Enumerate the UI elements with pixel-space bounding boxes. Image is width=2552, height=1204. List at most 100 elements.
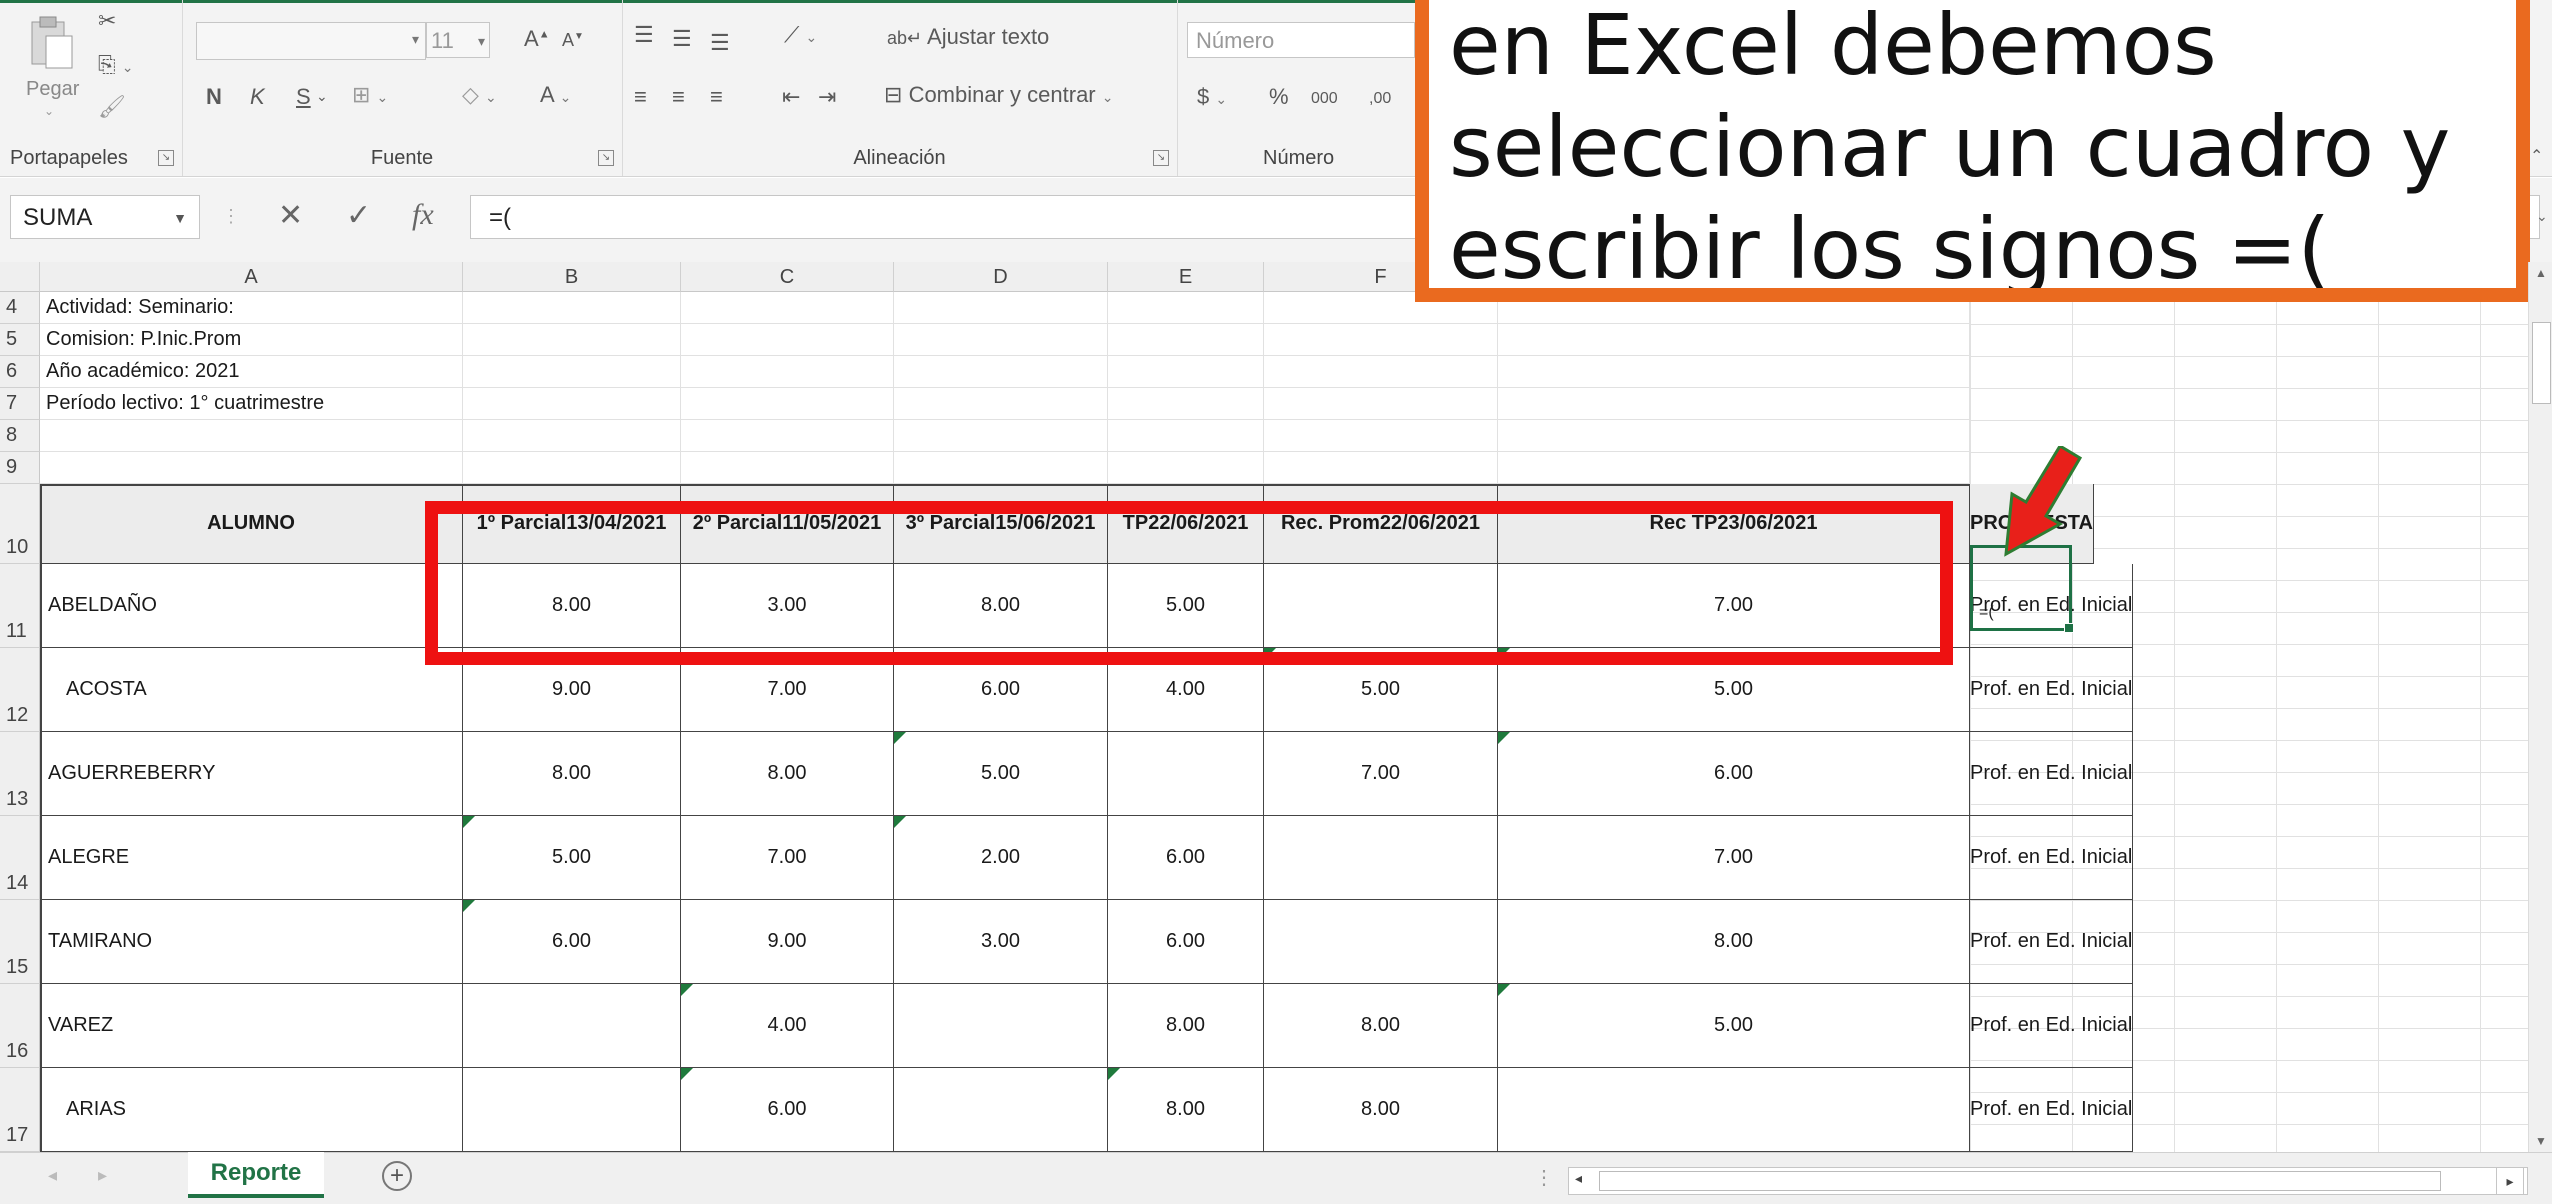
grade-cell[interactable]: 6.00 <box>1108 900 1264 984</box>
row-header[interactable]: 7 <box>0 388 40 420</box>
font-color-icon[interactable]: A ⌄ <box>540 82 571 108</box>
student-name-cell[interactable]: ALEGRE <box>40 816 463 900</box>
sheet-scroll-right-icon[interactable]: ▸ <box>98 1165 107 1186</box>
align-center-icon[interactable]: ≡ <box>672 84 685 110</box>
row-header[interactable]: 13 <box>0 732 40 816</box>
row-header[interactable]: 5 <box>0 324 40 356</box>
grade-cell[interactable]: 4.00 <box>681 984 894 1068</box>
font-launcher-icon[interactable]: ↘ <box>598 150 614 166</box>
row-header[interactable]: 12 <box>0 648 40 732</box>
scroll-up-icon[interactable]: ▲ <box>2535 266 2547 280</box>
grade-cell[interactable]: 8.00 <box>1108 1068 1264 1152</box>
student-name-cell[interactable]: AGUERREBERRY <box>40 732 463 816</box>
align-bottom-icon[interactable]: ☰ <box>710 30 730 56</box>
clipboard-launcher-icon[interactable]: ↘ <box>158 150 174 166</box>
vertical-scrollbar[interactable]: ▲ ▼ <box>2528 262 2552 1152</box>
grade-cell[interactable]: 5.00 <box>894 732 1108 816</box>
row-header[interactable]: 8 <box>0 420 40 452</box>
info-cell[interactable]: Año académico: 2021 <box>40 356 1970 388</box>
row-header[interactable]: 16 <box>0 984 40 1068</box>
grade-cell[interactable] <box>1264 816 1498 900</box>
underline-button[interactable]: S <box>296 84 311 110</box>
thousands-button[interactable]: 000 <box>1311 90 1338 108</box>
grade-cell[interactable]: 3.00 <box>894 900 1108 984</box>
grade-cell[interactable]: 2.00 <box>894 816 1108 900</box>
name-box[interactable]: SUMA ▼ <box>10 195 200 239</box>
info-cell[interactable] <box>40 452 1970 484</box>
grade-cell[interactable] <box>1498 1068 1970 1152</box>
student-name-cell[interactable]: VAREZ <box>40 984 463 1068</box>
paste-icon[interactable] <box>26 14 74 70</box>
sheet-scroll-left-icon[interactable]: ◂ <box>48 1165 57 1186</box>
underline-dropdown-icon[interactable]: ⌄ <box>316 88 328 105</box>
copy-icon[interactable]: ⎘ ⌄ <box>98 52 133 78</box>
fill-handle[interactable] <box>2064 623 2074 633</box>
grade-cell[interactable] <box>894 1068 1108 1152</box>
insert-function-icon[interactable]: fx <box>412 198 434 232</box>
format-painter-icon[interactable]: 🖌 <box>98 94 126 120</box>
shrink-font-icon[interactable]: A▼ <box>562 30 584 51</box>
grade-cell[interactable] <box>1264 900 1498 984</box>
currency-button[interactable]: $ ⌄ <box>1197 84 1227 110</box>
orientation-icon[interactable]: ⟋ ⌄ <box>784 22 817 48</box>
student-name-cell[interactable]: ARIAS <box>40 1068 463 1152</box>
grade-cell[interactable]: Prof. en Ed. Inicial <box>1970 1068 2134 1152</box>
row-header[interactable]: 11 <box>0 564 40 648</box>
worksheet-grid[interactable]: A B C D E F 4 Actividad: Seminario: 5 Comis… <box>0 262 2552 1152</box>
grade-cell[interactable] <box>463 984 681 1068</box>
grade-cell[interactable] <box>463 1068 681 1152</box>
hscroll-left-icon[interactable]: ◂ <box>1575 1170 1582 1187</box>
align-middle-icon[interactable]: ☰ <box>672 26 692 52</box>
column-header-e[interactable]: E <box>1108 262 1264 292</box>
grade-cell[interactable]: 6.00 <box>681 1068 894 1152</box>
row-header[interactable]: 4 <box>0 292 40 324</box>
grade-cell[interactable]: 8.00 <box>1264 1068 1498 1152</box>
grade-cell[interactable] <box>894 984 1108 1068</box>
scroll-down-icon[interactable]: ▼ <box>2535 1134 2547 1148</box>
increase-indent-icon[interactable]: ⇥ <box>818 84 836 110</box>
expand-formula-bar-icon[interactable]: ⌄ <box>2536 208 2548 225</box>
align-right-icon[interactable]: ≡ <box>710 84 723 110</box>
grade-cell[interactable]: 7.00 <box>681 816 894 900</box>
column-header-c[interactable]: C <box>681 262 894 292</box>
grade-cell[interactable]: 7.00 <box>1498 816 1970 900</box>
grade-cell[interactable]: 7.00 <box>1264 732 1498 816</box>
grade-cell[interactable]: Prof. en Ed. Inicial <box>1970 900 2134 984</box>
student-name-cell[interactable]: ACOSTA <box>40 648 463 732</box>
alignment-launcher-icon[interactable]: ↘ <box>1153 150 1169 166</box>
enter-icon[interactable]: ✓ <box>346 198 371 233</box>
merge-center-button[interactable]: ⊟ Combinar y centrar ⌄ <box>884 82 1114 108</box>
fill-color-icon[interactable]: ◇ ⌄ <box>462 82 497 108</box>
row-header[interactable]: 9 <box>0 452 40 484</box>
info-cell[interactable]: Período lectivo: 1° cuatrimestre <box>40 388 1970 420</box>
wrap-text-button[interactable]: ab↵ Ajustar texto <box>887 24 1049 50</box>
bold-button[interactable]: N <box>206 84 222 110</box>
horizontal-scroll-thumb[interactable] <box>1599 1171 2441 1191</box>
grade-cell[interactable]: 5.00 <box>1498 984 1970 1068</box>
increase-decimal-button[interactable]: ,00 <box>1369 90 1391 108</box>
name-box-dropdown-icon[interactable]: ▼ <box>173 196 187 240</box>
select-all-corner[interactable] <box>0 262 40 292</box>
student-name-cell[interactable]: ABELDAÑO <box>40 564 463 648</box>
student-name-cell[interactable]: TAMIRANO <box>40 900 463 984</box>
row-header[interactable]: 10 <box>0 484 40 564</box>
row-header[interactable]: 14 <box>0 816 40 900</box>
collapse-ribbon-icon[interactable]: ⌃ <box>2530 146 2543 166</box>
borders-icon[interactable]: ⊞ ⌄ <box>352 82 388 108</box>
italic-button[interactable]: K <box>250 84 265 110</box>
column-header-b[interactable]: B <box>463 262 681 292</box>
table-header-cell[interactable]: ALUMNO <box>40 484 463 564</box>
horizontal-scrollbar[interactable]: ◂ <box>1568 1167 2528 1195</box>
cancel-icon[interactable]: ✕ <box>278 198 303 233</box>
hscroll-right-icon[interactable]: ▸ <box>2496 1167 2524 1195</box>
add-sheet-button[interactable]: + <box>382 1161 412 1191</box>
column-header-d[interactable]: D <box>894 262 1108 292</box>
row-header[interactable]: 6 <box>0 356 40 388</box>
cut-icon[interactable]: ✂ <box>98 8 116 34</box>
grade-cell[interactable]: 8.00 <box>463 732 681 816</box>
grade-cell[interactable]: 5.00 <box>463 816 681 900</box>
vertical-scroll-thumb[interactable] <box>2532 322 2551 404</box>
grade-cell[interactable]: 8.00 <box>1264 984 1498 1068</box>
font-size-box[interactable]: 11 ▾ <box>426 22 490 58</box>
grade-cell[interactable]: 6.00 <box>1108 816 1264 900</box>
